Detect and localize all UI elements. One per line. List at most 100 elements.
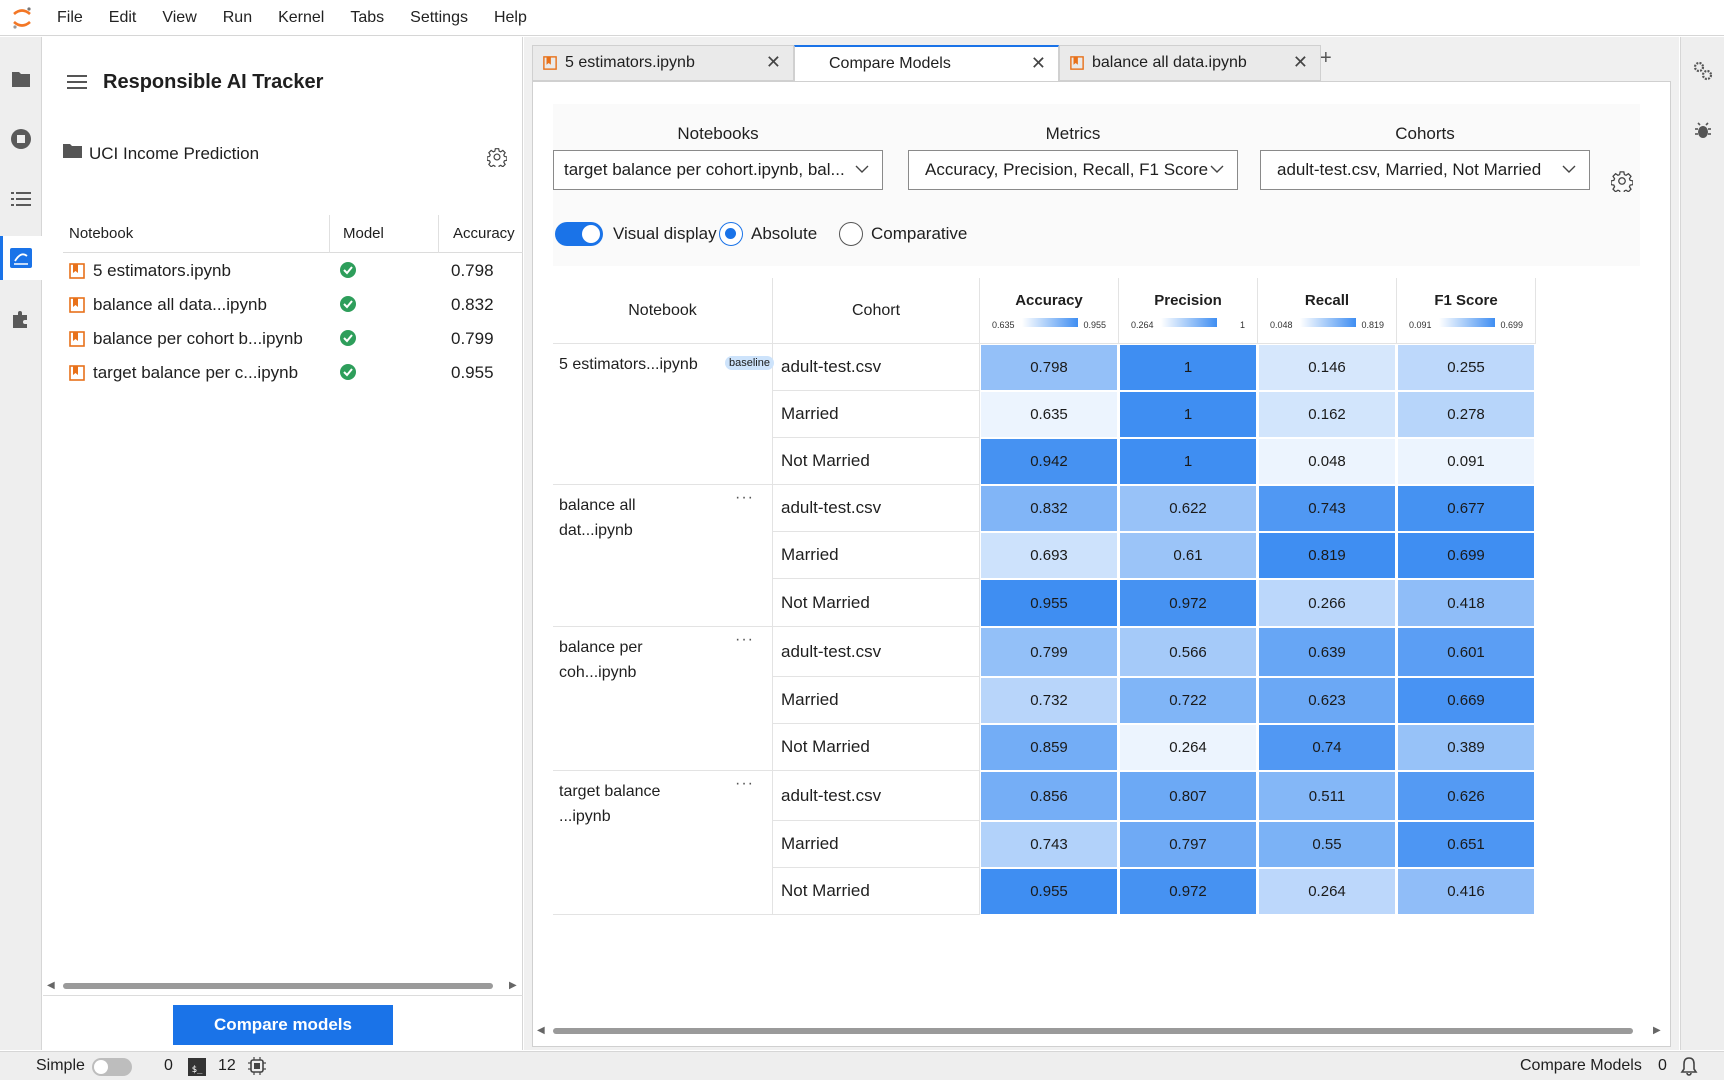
tab-notebook[interactable]: 5 estimators.ipynb ✕ [532, 45, 794, 81]
notebook-row[interactable]: balance per cohort b...ipynb 0.799 [63, 323, 523, 357]
metric-cell: 0.722 [1120, 678, 1256, 723]
comparative-radio[interactable] [839, 222, 863, 246]
menu-kernel[interactable]: Kernel [265, 9, 337, 27]
running-kernels-icon[interactable] [0, 117, 42, 161]
notebook-icon [69, 297, 85, 318]
debugger-bug-icon[interactable] [1681, 109, 1724, 153]
notebook-row[interactable]: target balance per c...ipynb 0.955 [63, 357, 523, 391]
cohorts-select[interactable]: adult-test.csv, Married, Not Married [1260, 150, 1590, 190]
cohort-name: Married [773, 821, 980, 868]
property-inspector-gears-icon[interactable] [1681, 49, 1724, 93]
project-row[interactable]: UCI Income Prediction [63, 143, 259, 164]
metric-cell: 0.566 [1120, 628, 1256, 676]
metric-scale-gradient [1161, 318, 1217, 327]
metric-cell: 0.622 [1120, 486, 1256, 531]
metric-cell: 1 [1120, 345, 1256, 390]
compare-models-view: Notebooks target balance per cohort.ipyn… [532, 81, 1671, 1047]
file-browser-icon[interactable] [0, 57, 42, 101]
notebook-row[interactable]: 5 estimators.ipynb 0.798 [63, 255, 523, 289]
notebook-row[interactable]: balance all data...ipynb 0.832 [63, 289, 523, 323]
scroll-thumb[interactable] [63, 983, 493, 989]
metric-header-label: Recall [1304, 292, 1350, 309]
notebooks-select[interactable]: target balance per cohort.ipynb, bal... [553, 150, 883, 190]
scroll-left-arrow-icon[interactable]: ◀ [47, 980, 55, 991]
cohort-name: Not Married [773, 868, 980, 915]
cohorts-filter-label: Cohorts [1395, 124, 1455, 143]
new-tab-button[interactable]: + [1320, 47, 1332, 70]
jupyter-logo-icon[interactable] [0, 0, 44, 36]
scroll-right-arrow-icon[interactable]: ▶ [1653, 1025, 1661, 1036]
notification-bell-icon[interactable] [1680, 1056, 1698, 1080]
grid-horizontal-scrollbar[interactable]: ◀ ▶ [533, 1022, 1672, 1042]
panel-title: Responsible AI Tracker [103, 71, 324, 93]
close-icon[interactable]: ✕ [1293, 52, 1308, 73]
tab-label: balance all data.ipynb [1092, 54, 1247, 71]
notebook-group: target balance ...ipynb ··· [553, 771, 773, 915]
notebook-name: target balance per c...ipynb [93, 363, 299, 382]
metric-cell: 0.55 [1259, 822, 1395, 867]
close-icon[interactable]: ✕ [766, 52, 781, 73]
kernel-count[interactable]: 0 [164, 1057, 173, 1075]
column-accuracy[interactable]: Accuracy [453, 225, 515, 242]
scroll-left-arrow-icon[interactable]: ◀ [537, 1025, 545, 1036]
scroll-right-arrow-icon[interactable]: ▶ [509, 980, 517, 991]
tab-compare-models[interactable]: Compare Models ✕ [794, 45, 1059, 82]
metric-cell: 0.418 [1398, 580, 1534, 626]
responsible-ai-tracker-icon[interactable] [0, 236, 42, 280]
metric-cell: 0.601 [1398, 628, 1534, 676]
project-settings-gear-icon[interactable] [486, 147, 508, 172]
menu-edit[interactable]: Edit [96, 9, 150, 27]
cohort-name: Not Married [773, 724, 980, 771]
compare-models-button[interactable]: Compare models [173, 1005, 393, 1045]
table-of-contents-icon[interactable] [0, 177, 42, 221]
panel-horizontal-scrollbar[interactable]: ◀ ▶ [43, 977, 523, 995]
menu-settings[interactable]: Settings [397, 9, 481, 27]
menu-icon[interactable] [67, 75, 87, 93]
metric-cell: 0.146 [1259, 345, 1395, 390]
cohorts-select-value: adult-test.csv, Married, Not Married [1277, 160, 1542, 179]
metric-header: Recall 0.048 0.819 [1258, 278, 1397, 344]
extensions-icon[interactable] [0, 297, 42, 341]
more-options-icon[interactable]: ··· [735, 775, 754, 793]
column-notebook[interactable]: Notebook [69, 225, 133, 242]
active-document-label: Compare Models [1520, 1057, 1642, 1074]
scroll-thumb[interactable] [553, 1028, 1633, 1034]
menu-run[interactable]: Run [210, 9, 265, 27]
simple-mode-toggle[interactable] [92, 1058, 132, 1076]
column-model[interactable]: Model [343, 225, 384, 242]
folder-icon [63, 143, 83, 164]
menu-help[interactable]: Help [481, 9, 540, 27]
tab-notebook[interactable]: balance all data.ipynb ✕ [1059, 45, 1321, 81]
terminal-icon[interactable]: $_ [188, 1058, 206, 1076]
menu-file[interactable]: File [44, 9, 96, 27]
metrics-filter-label: Metrics [1045, 124, 1101, 143]
notebook-accuracy: 0.798 [451, 261, 494, 280]
cohort-name: adult-test.csv [773, 485, 980, 532]
metric-cell: 0.677 [1398, 486, 1534, 531]
more-options-icon[interactable]: ··· [735, 631, 754, 649]
menu-view[interactable]: View [149, 9, 209, 27]
metric-cell: 0.819 [1259, 533, 1395, 578]
metric-header: F1 Score 0.091 0.699 [1397, 278, 1536, 344]
check-circle-icon [339, 261, 357, 284]
close-icon[interactable]: ✕ [1031, 53, 1046, 74]
metric-cell: 0.732 [981, 678, 1117, 723]
chevron-down-icon [1209, 161, 1225, 182]
terminal-count[interactable]: 12 [218, 1057, 236, 1075]
notebook-group: balance all dat...ipynb ··· [553, 485, 773, 627]
view-settings-gear-icon[interactable] [1610, 170, 1634, 197]
kernel-status-chip-icon[interactable] [248, 1057, 266, 1080]
menu-tabs[interactable]: Tabs [337, 9, 397, 27]
absolute-radio[interactable] [719, 222, 743, 246]
notebook-accuracy: 0.832 [451, 295, 494, 314]
metric-cell: 0.626 [1398, 772, 1534, 820]
notebook-icon [69, 365, 85, 386]
metrics-select[interactable]: Accuracy, Precision, Recall, F1 Score [908, 150, 1238, 190]
more-options-icon[interactable]: ··· [735, 489, 754, 507]
metric-cell: 1 [1120, 439, 1256, 484]
group-notebook-name: balance per coh...ipynb [559, 639, 643, 681]
metric-scale-gradient [1300, 318, 1356, 327]
grid-header-cohort: Cohort [773, 278, 980, 344]
visual-display-toggle[interactable] [555, 222, 603, 246]
metric-cell: 0.859 [981, 725, 1117, 770]
